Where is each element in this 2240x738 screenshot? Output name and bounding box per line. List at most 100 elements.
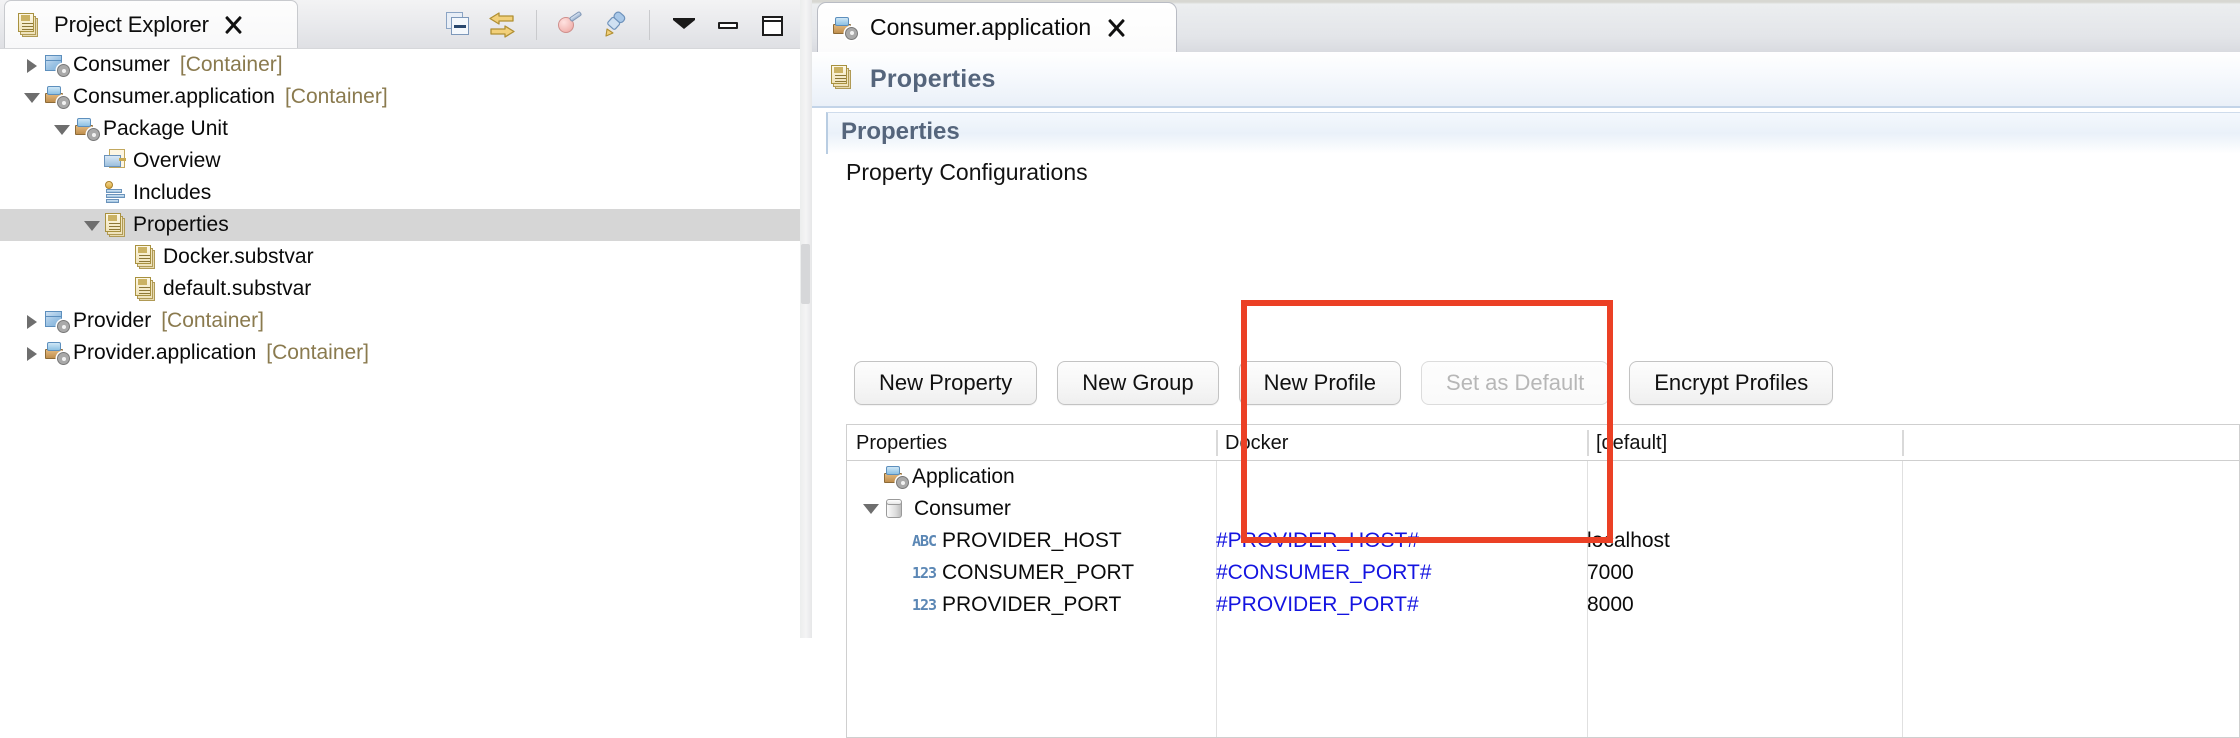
column-header-docker[interactable]: Docker [1216, 425, 1587, 461]
cell-property-name: 123 CONSUMER_PORT [847, 557, 1134, 589]
cell-label: PROVIDER_HOST [942, 529, 1122, 552]
splitter-sash[interactable] [800, 0, 812, 638]
form-header: Properties [812, 52, 2240, 108]
tree-item-provider[interactable]: Provider [Container] [0, 305, 800, 337]
package-gear-icon [44, 341, 70, 365]
cell-default-value[interactable]: 7000 [1587, 557, 1634, 589]
cell-docker-value[interactable]: #CONSUMER_PORT# [1216, 557, 1432, 589]
cell-label: PROVIDER_PORT [942, 593, 1122, 616]
tree-item-docker-substvar[interactable]: Docker.substvar [0, 241, 800, 273]
form-title: Properties [870, 64, 996, 93]
twisty-toggle[interactable] [22, 88, 40, 106]
build-icon[interactable] [557, 10, 585, 39]
marker-icon[interactable] [601, 11, 629, 39]
table-header-row: Properties Docker [default] [847, 425, 2239, 461]
tree-item-label: default.substvar [163, 277, 312, 300]
column-divider[interactable] [1216, 430, 1218, 456]
cell-docker-value[interactable]: #PROVIDER_PORT# [1216, 589, 1419, 621]
properties-icon [104, 213, 130, 237]
cube-gear-icon [44, 53, 70, 77]
tree-item-label: Consumer.application [73, 85, 275, 108]
column-header-label: [default] [1596, 431, 1668, 454]
link-with-editor-icon[interactable] [488, 11, 516, 39]
explorer-tab-bar: Project Explorer [0, 0, 800, 48]
cell-property-name: ABC PROVIDER_HOST [847, 525, 1122, 557]
tree-item-default-substvar[interactable]: default.substvar [0, 273, 800, 305]
twisty-toggle [82, 184, 100, 202]
tree-item-label: Provider.application [73, 341, 257, 364]
substvar-icon [134, 277, 160, 301]
package-gear-icon [74, 117, 100, 141]
collapse-all-icon[interactable] [444, 11, 472, 39]
tree-item-label: Package Unit [103, 117, 228, 140]
column-header-default[interactable]: [default] [1587, 425, 1902, 461]
section-subtitle: Property Configurations [846, 159, 1088, 185]
sash-grip[interactable] [801, 244, 810, 304]
view-menu-icon[interactable] [670, 11, 698, 39]
table-row[interactable]: 123 PROVIDER_PORT #PROVIDER_PORT# 8000 [847, 589, 2239, 621]
tree-item-package-unit[interactable]: Package Unit [0, 113, 800, 145]
tree-item-label: Includes [133, 181, 212, 204]
package-gear-icon [883, 465, 909, 489]
tree-item-overview[interactable]: Overview [0, 145, 800, 177]
tree-item-consumer-application[interactable]: Consumer.application [Container] [0, 81, 800, 113]
tree-item-consumer[interactable]: Consumer [Container] [0, 49, 800, 81]
twisty-toggle[interactable] [22, 344, 40, 362]
tab-project-explorer[interactable]: Project Explorer [4, 0, 298, 48]
properties-section: Properties Property Configurations New P… [826, 112, 2240, 738]
table-row[interactable]: ABC PROVIDER_HOST #PROVIDER_HOST# localhost [847, 525, 2239, 557]
column-header-label: Docker [1225, 431, 1289, 454]
table-row[interactable]: Application [847, 461, 2239, 493]
section-title: Properties [841, 118, 960, 145]
new-group-button[interactable]: New Group [1057, 361, 1219, 405]
properties-icon [830, 65, 858, 93]
tree-item-suffix: [Container] [179, 53, 283, 76]
table-row[interactable]: 123 CONSUMER_PORT #CONSUMER_PORT# 7000 [847, 557, 2239, 589]
tree-item-includes[interactable]: Includes [0, 177, 800, 209]
properties-table[interactable]: Properties Docker [default] Application Con… [846, 424, 2240, 738]
cell-label: CONSUMER_PORT [942, 561, 1135, 584]
column-divider[interactable] [1902, 430, 1904, 456]
cell-default-value[interactable]: 8000 [1587, 589, 1634, 621]
twisty-toggle[interactable] [22, 56, 40, 74]
toolbar-divider [536, 10, 537, 40]
project-explorer-view: Project Explorer Consumer [Container] Co… [0, 0, 800, 638]
column-header-label: Properties [856, 431, 948, 454]
table-body[interactable]: Application Consumer ABC PROVIDER_HOST #PROV… [847, 461, 2239, 737]
editor-area: Consumer.application Properties Properti… [812, 0, 2240, 738]
new-profile-button[interactable]: New Profile [1238, 361, 1402, 405]
tree-item-suffix: [Container] [161, 309, 264, 332]
column-header-properties[interactable]: Properties [847, 425, 1216, 461]
cell-docker-value[interactable]: #PROVIDER_HOST# [1216, 525, 1419, 557]
tree-item-suffix: [Container] [284, 85, 388, 108]
twisty-toggle[interactable] [861, 499, 883, 519]
explorer-tab-title: Project Explorer [54, 11, 209, 37]
tab-consumer-application[interactable]: Consumer.application [817, 2, 1177, 52]
tree-item-properties[interactable]: Properties [0, 209, 800, 241]
action-button-row: New Property New Group New Profile Set as D… [854, 361, 1834, 405]
cell-property-name: Application [847, 461, 1015, 493]
explorer-toolbar [444, 6, 786, 44]
twisty-toggle [112, 248, 130, 266]
close-icon[interactable] [223, 15, 243, 35]
project-tree[interactable]: Consumer [Container] Consumer.application [… [0, 48, 800, 638]
column-header-blank[interactable] [1902, 425, 2240, 461]
close-icon[interactable] [1106, 18, 1126, 38]
twisty-toggle[interactable] [52, 120, 70, 138]
twisty-toggle[interactable] [82, 216, 100, 234]
tree-item-provider-application[interactable]: Provider.application [Container] [0, 337, 800, 369]
cell-label: Consumer [914, 497, 1011, 520]
new-property-button[interactable]: New Property [854, 361, 1038, 405]
cube-gear-icon [44, 309, 70, 333]
tree-item-label: Consumer [73, 53, 170, 76]
cylinder-icon [883, 499, 909, 519]
column-divider[interactable] [1587, 430, 1589, 456]
twisty-toggle[interactable] [22, 312, 40, 330]
cell-default-value[interactable]: localhost [1587, 525, 1670, 557]
table-row[interactable]: Consumer [847, 493, 2239, 525]
maximize-icon[interactable] [758, 11, 786, 39]
minimize-icon[interactable] [714, 11, 742, 39]
cell-label: Application [912, 465, 1015, 488]
encrypt-profiles-button[interactable]: Encrypt Profiles [1629, 361, 1834, 405]
tree-item-label: Provider [73, 309, 152, 332]
